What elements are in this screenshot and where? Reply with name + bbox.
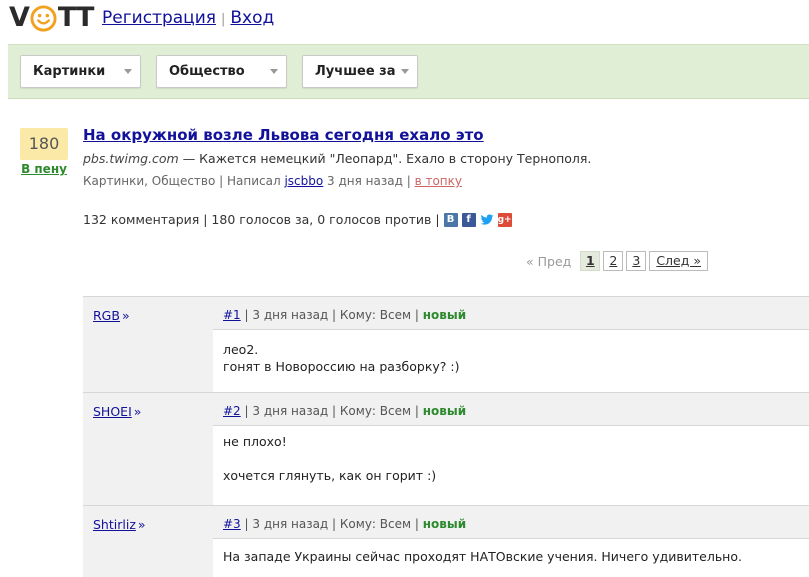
comment-author-link[interactable]: RGB xyxy=(93,308,120,323)
pagination: « Пред 1 2 3 След » xyxy=(526,251,708,271)
filter-bar: Картинки Общество Лучшее за xyxy=(8,44,809,99)
comment-permalink[interactable]: #2 xyxy=(223,404,241,418)
comment-author: RGB» xyxy=(93,308,130,323)
comment-new-badge: новый xyxy=(422,308,467,322)
twitter-bird-icon xyxy=(480,213,494,225)
logo-letter-v: V xyxy=(9,2,30,33)
comment-header-divider xyxy=(213,329,809,330)
comment-line: не плохо! xyxy=(223,434,287,449)
comment-meta: #2 | 3 дня назад | Кому: Всем | новый xyxy=(223,404,466,418)
comment-line xyxy=(223,450,436,467)
post-meta: Картинки, Общество | Написал jscbbo 3 дн… xyxy=(83,173,462,189)
google-plus-share-icon[interactable]: g+ xyxy=(497,212,512,227)
comment-item: RGB» #1 | 3 дня назад | Кому: Всем | нов… xyxy=(83,296,809,392)
post-time: 3 дня назад | xyxy=(323,174,415,188)
auth-separator: | xyxy=(221,12,226,27)
vote-down-link[interactable]: В пену xyxy=(20,162,68,176)
comment-line: лео2. xyxy=(223,342,259,357)
comment-author-link[interactable]: SHOEI xyxy=(93,404,132,419)
comment-permalink[interactable]: #1 xyxy=(223,308,241,322)
comment-author: SHOEI» xyxy=(93,404,141,419)
best-of-dropdown[interactable]: Лучшее за xyxy=(302,55,418,88)
comment-text: лео2. гонят в Новороссию на разборку? :) xyxy=(223,341,460,375)
logo-letters-tt: TT xyxy=(57,2,94,33)
post-stats-text: 132 комментария | 180 голосов за, 0 голо… xyxy=(83,212,440,227)
post-description: pbs.twimg.com — Кажется немецкий "Леопар… xyxy=(83,150,591,167)
comment-line: На западе Украины сейчас проходят НАТОвс… xyxy=(223,549,742,564)
vk-share-icon[interactable]: В xyxy=(443,212,458,227)
chevron-down-icon xyxy=(401,69,409,74)
post-score: 180 xyxy=(20,128,68,160)
comment-meta-text: | 3 дня назад | Кому: Всем | xyxy=(240,308,423,322)
category-dropdown-label: Картинки xyxy=(33,64,106,79)
post-stats: 132 комментария | 180 голосов за, 0 голо… xyxy=(83,211,516,228)
comment-text: не плохо! хочется глянуть, как он горит … xyxy=(223,433,436,484)
comment-new-badge: новый xyxy=(422,404,467,418)
comment-header-divider xyxy=(213,538,809,539)
comment-line: гонят в Новороссию на разборку? :) xyxy=(223,359,460,374)
chevron-down-icon xyxy=(124,69,132,74)
pager-page-1[interactable]: 1 xyxy=(580,251,601,271)
comment-meta: #1 | 3 дня назад | Кому: Всем | новый xyxy=(223,308,466,322)
site-header: V TT Регистрация | Вход xyxy=(0,0,809,44)
site-logo[interactable]: V TT xyxy=(9,2,94,33)
chevron-down-icon xyxy=(270,69,278,74)
pager-page-2[interactable]: 2 xyxy=(603,251,624,271)
twitter-share-icon[interactable] xyxy=(480,213,494,227)
best-of-dropdown-label: Лучшее за xyxy=(315,64,396,79)
post-author-link[interactable]: jscbbo xyxy=(284,174,323,188)
comment-item: SHOEI» #2 | 3 дня назад | Кому: Всем | н… xyxy=(83,392,809,505)
pager-page-3[interactable]: 3 xyxy=(626,251,647,271)
comment-text: На западе Украины сейчас проходят НАТОвс… xyxy=(223,548,742,565)
auth-links: Регистрация | Вход xyxy=(102,7,274,31)
comment-meta: #3 | 3 дня назад | Кому: Всем | новый xyxy=(223,517,466,531)
smiley-icon xyxy=(30,4,57,32)
share-buttons: В f g+ xyxy=(443,212,516,227)
post-description-text: — Кажется немецкий "Леопард". Ехало в ст… xyxy=(178,151,592,166)
pager-next[interactable]: След » xyxy=(649,251,708,271)
comment-permalink[interactable]: #3 xyxy=(223,517,241,531)
login-link[interactable]: Вход xyxy=(230,8,274,28)
comment-meta-text: | 3 дня назад | Кому: Всем | xyxy=(240,404,423,418)
comment-new-badge: новый xyxy=(422,517,467,531)
register-link[interactable]: Регистрация xyxy=(102,8,216,28)
to-top-link[interactable]: в топку xyxy=(415,174,462,188)
post-categories: Картинки, Общество | Написал xyxy=(83,174,285,188)
pager-prev: « Пред xyxy=(526,253,572,269)
post-title-link[interactable]: На окружной возле Львова сегодня ехало э… xyxy=(83,125,484,145)
category-dropdown[interactable]: Картинки xyxy=(20,55,141,88)
comment-line: хочется глянуть, как он горит :) xyxy=(223,468,437,483)
comment-author-arrow: » xyxy=(137,517,146,532)
topic-dropdown-label: Общество xyxy=(169,64,245,79)
comment-meta-text: | 3 дня назад | Кому: Всем | xyxy=(240,517,423,531)
comment-author: Shtirliz» xyxy=(93,517,146,532)
comment-item: Shtirliz» #3 | 3 дня назад | Кому: Всем … xyxy=(83,505,809,577)
comment-author-link[interactable]: Shtirliz xyxy=(93,517,136,532)
facebook-share-icon[interactable]: f xyxy=(461,212,476,227)
comment-author-arrow: » xyxy=(133,404,142,419)
comment-list: RGB» #1 | 3 дня назад | Кому: Всем | нов… xyxy=(83,296,809,577)
post-domain: pbs.twimg.com xyxy=(83,151,179,166)
comment-author-arrow: » xyxy=(121,308,130,323)
topic-dropdown[interactable]: Общество xyxy=(156,55,287,88)
comment-header-divider xyxy=(213,425,809,426)
